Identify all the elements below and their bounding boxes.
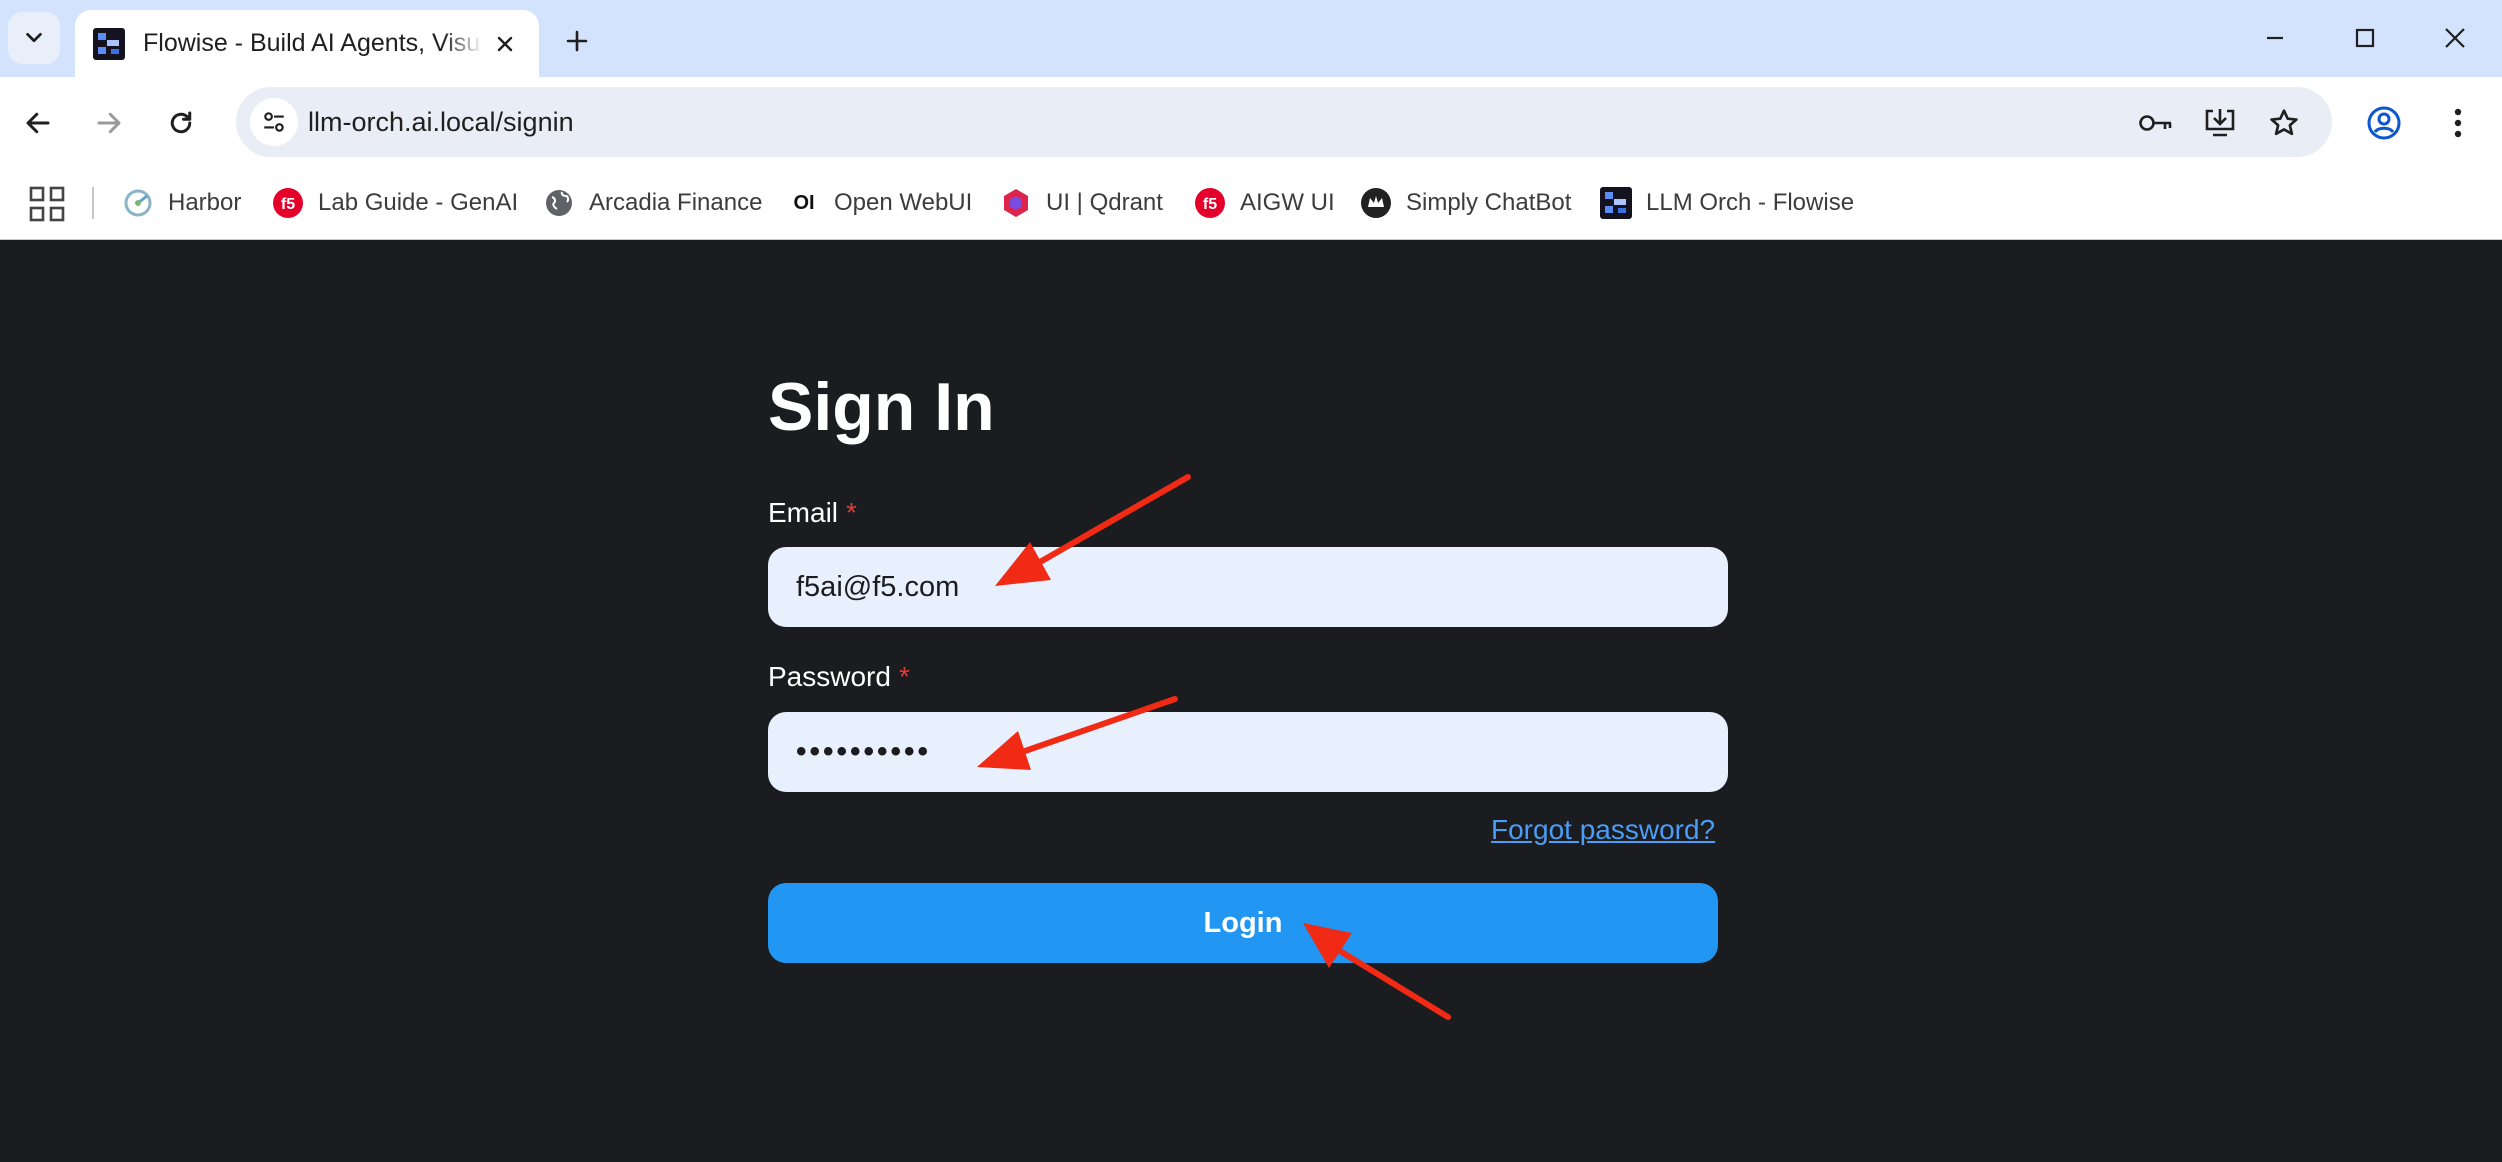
required-marker: * (898, 661, 910, 692)
f5-icon: f5 (1194, 187, 1226, 219)
close-icon (2445, 28, 2465, 48)
minimize-icon (2267, 36, 2283, 40)
signin-page: Sign In Email * f5ai@f5.com Password * •••… (0, 240, 2502, 1162)
site-info-button[interactable] (250, 98, 298, 146)
profile-button[interactable] (2360, 99, 2408, 147)
active-tab[interactable]: Flowise - Build AI Agents, Visually (75, 10, 539, 77)
bookmark-qdrant[interactable]: UI | Qdrant (1000, 181, 1163, 225)
reload-button[interactable] (157, 99, 205, 147)
bookmark-label: Arcadia Finance (589, 189, 763, 216)
email-field[interactable]: f5ai@f5.com (768, 547, 1728, 627)
minimize-button[interactable] (2240, 10, 2310, 66)
close-icon (497, 36, 513, 51)
email-value: f5ai@f5.com (796, 570, 960, 603)
svg-text:f5: f5 (281, 196, 295, 213)
password-value: •••••••••• (796, 735, 932, 768)
tab-close-button[interactable] (489, 28, 521, 60)
install-app-button[interactable] (2200, 103, 2240, 143)
page-title: Sign In (768, 369, 995, 445)
required-marker: * (846, 497, 857, 528)
tune-icon (264, 112, 284, 132)
login-button-label: Login (1203, 906, 1283, 939)
bookmark-simply-chatbot[interactable]: Simply ChatBot (1360, 181, 1571, 225)
f5-icon: f5 (272, 187, 304, 219)
arrow-left-icon (26, 112, 50, 134)
bookmark-label: UI | Qdrant (1046, 189, 1163, 216)
forgot-password-link[interactable]: Forgot password? (1491, 814, 1715, 846)
password-label-text: Password (768, 661, 891, 692)
maximize-button[interactable] (2330, 10, 2400, 66)
maximize-icon (2355, 28, 2375, 48)
svg-text:f5: f5 (1203, 196, 1217, 213)
bookmark-label: Open WebUI (834, 189, 973, 216)
more-vert-icon (2454, 108, 2462, 138)
close-window-button[interactable] (2420, 10, 2490, 66)
globe-icon (543, 187, 575, 219)
plus-icon (566, 30, 588, 52)
install-icon (2205, 109, 2235, 137)
password-key-button[interactable] (2136, 103, 2176, 143)
address-bar[interactable]: llm-orch.ai.local/signin (236, 87, 2332, 157)
chevron-down-icon (26, 32, 42, 43)
forward-button[interactable] (85, 99, 133, 147)
star-icon (2270, 109, 2298, 136)
bookmark-lab-guide[interactable]: f5 Lab Guide - GenAI (272, 181, 518, 225)
back-button[interactable] (14, 99, 62, 147)
bookmarks-separator (92, 187, 94, 219)
bookmark-harbor[interactable]: Harbor (122, 181, 241, 225)
bookmark-aigw-ui[interactable]: f5 AIGW UI (1194, 181, 1335, 225)
bookmark-open-webui[interactable]: OI Open WebUI (788, 181, 972, 225)
email-label: Email * (768, 497, 857, 529)
url-text: llm-orch.ai.local/signin (308, 107, 574, 137)
openwebui-icon: OI (793, 191, 815, 214)
login-button[interactable]: Login (768, 883, 1718, 963)
flowise-icon (93, 27, 125, 60)
reload-icon (170, 111, 192, 134)
key-icon (2139, 115, 2172, 131)
bookmark-label: Lab Guide - GenAI (318, 189, 519, 216)
browser-toolbar: llm-orch.ai.local/signin (0, 77, 2502, 169)
qdrant-icon (1000, 187, 1032, 219)
profile-icon (2367, 106, 2401, 140)
bookmark-label: Simply ChatBot (1406, 189, 1572, 216)
new-tab-button[interactable] (554, 18, 600, 64)
apps-grid-icon[interactable] (28, 185, 66, 223)
bookmark-star-button[interactable] (2264, 103, 2304, 143)
tab-search-button[interactable] (8, 12, 60, 64)
flowise-icon (1600, 187, 1632, 219)
bookmark-label: LLM Orch - Flowise (1646, 189, 1855, 216)
tab-title: Flowise - Build AI Agents, Visually (143, 29, 483, 57)
menu-button[interactable] (2434, 99, 2482, 147)
password-field[interactable]: •••••••••• (768, 712, 1728, 792)
bookmark-llm-orch-flowise[interactable]: LLM Orch - Flowise (1600, 181, 1854, 225)
password-label: Password * (768, 661, 910, 693)
bookmark-label: AIGW UI (1240, 189, 1335, 216)
bookmarks-bar: Harbor f5 Lab Guide - GenAI Arcadia Fina… (0, 169, 2502, 239)
chatbot-icon (1360, 187, 1392, 219)
harbor-icon (122, 187, 154, 219)
bookmark-arcadia-finance[interactable]: Arcadia Finance (543, 181, 762, 225)
email-label-text: Email (768, 497, 839, 528)
arrow-right-icon (97, 112, 121, 134)
tab-strip: Flowise - Build AI Agents, Visually (0, 0, 2502, 77)
bookmark-label: Harbor (168, 189, 242, 216)
